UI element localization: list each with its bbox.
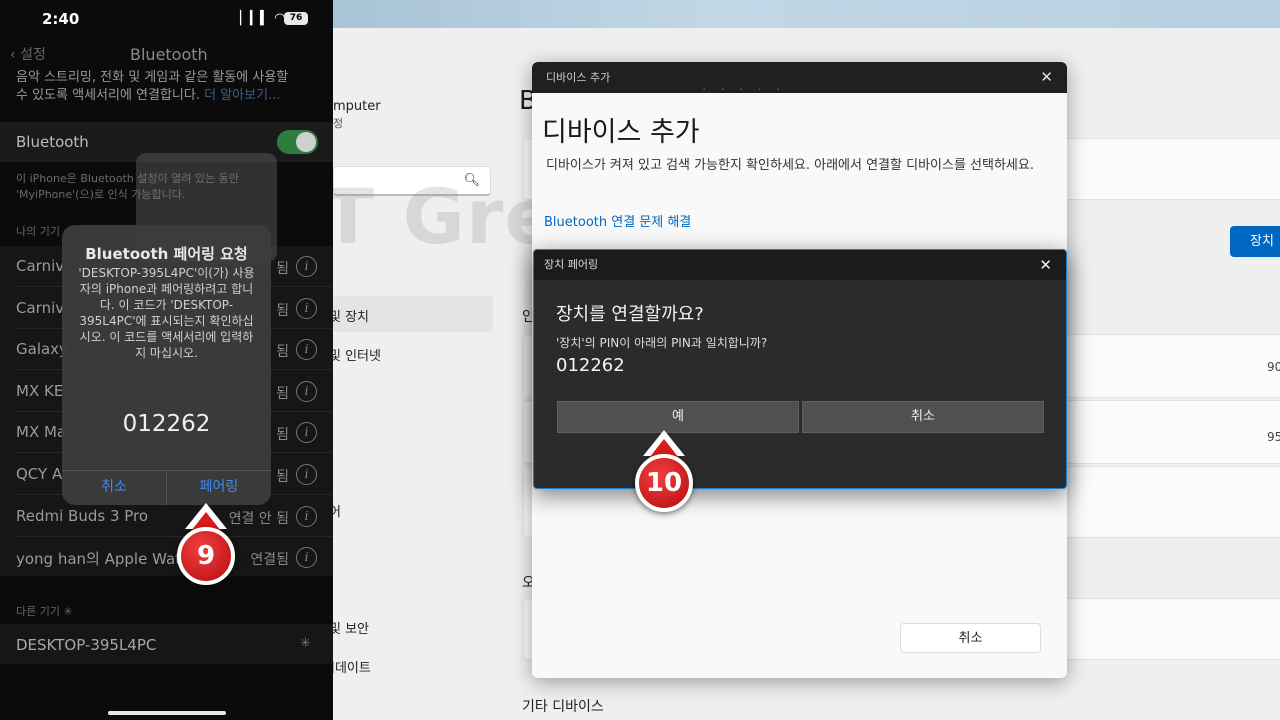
learn-more-link[interactable]: 더 알아보기... <box>204 88 280 103</box>
nav-title: Bluetooth <box>130 45 208 64</box>
add-device-titlebar: 디바이스 추가 ✕ <box>532 62 1067 93</box>
pairing-pin: 012262 <box>556 355 625 376</box>
nav-item-devices[interactable]: 및 장치 <box>333 306 369 325</box>
other-device-name: DESKTOP-395L4PC <box>16 636 157 654</box>
bt-description-line2: 수 있도록 액세서리에 연결합니다. 더 알아보기... <box>16 84 280 103</box>
info-icon[interactable]: i <box>296 464 317 485</box>
add-device-titlebar-text: 디바이스 추가 <box>546 71 611 84</box>
device-name: Galaxy <box>16 340 68 358</box>
pairing-alert: Bluetooth 페어링 요청 'DESKTOP-395L4PC'이(가) 사… <box>62 225 271 505</box>
alert-message: 'DESKTOP-395L4PC'이(가) 사용자의 iPhone과 페어링하려… <box>78 266 255 360</box>
info-icon[interactable]: i <box>296 381 317 402</box>
other-devices-header: 다른 기기 ✳ <box>16 603 73 619</box>
alert-code: 012262 <box>122 411 211 437</box>
info-icon[interactable]: i <box>296 422 317 443</box>
battery-icon: 76 <box>284 12 308 25</box>
status-time: 2:40 <box>42 10 80 28</box>
close-icon[interactable]: ✕ <box>1040 62 1053 93</box>
device-name: MX KE <box>16 382 64 400</box>
signal-wifi-icon: ▏▎▍ ◠ <box>240 11 286 26</box>
info-icon[interactable]: i <box>296 506 317 527</box>
account-name-partial: mputer <box>333 99 381 114</box>
spinner-icon: ✳ <box>300 636 311 651</box>
progress-dots: ····· <box>702 82 795 98</box>
add-device-description: 디바이스가 켜져 있고 검색 가능한지 확인하세요. 아래에서 연결할 디바이스… <box>546 158 1034 173</box>
toggle-knob <box>296 132 316 152</box>
other-devices-heading: 기타 디바이스 <box>522 699 604 715</box>
close-icon[interactable]: ✕ <box>1039 250 1052 280</box>
pairing-titlebar-text: 장치 페어링 <box>544 258 599 271</box>
pairing-yes-button[interactable]: 예 <box>557 401 799 433</box>
device-status: 됨 <box>276 469 289 485</box>
device-status: 연결 안 됨 <box>228 511 289 527</box>
add-device-button[interactable]: 장치 <box>1230 226 1280 257</box>
bluetooth-label: Bluetooth <box>16 133 89 151</box>
device-name: Carniv <box>16 299 65 317</box>
device-name: MX Ma <box>16 423 67 441</box>
pairing-question: '장치'의 PIN이 아래의 PIN과 일치합니까? <box>556 336 768 350</box>
back-label: 설정 <box>20 47 46 63</box>
device-status: 됨 <box>276 303 289 319</box>
bluetooth-toggle[interactable] <box>277 130 318 154</box>
nav-item-partial[interactable]: 어 <box>333 501 341 520</box>
other-devices-label: 다른 기기 <box>16 605 60 618</box>
device-name: Carniv <box>16 257 65 275</box>
pairing-heading: 장치를 연결할까요? <box>556 304 704 325</box>
alert-pair-button[interactable]: 페어링 <box>167 470 271 505</box>
add-device-cancel-button[interactable]: 취소 <box>900 623 1041 653</box>
partial-number: 95 <box>1267 430 1280 444</box>
home-indicator <box>108 711 226 715</box>
back-button[interactable]: ‹ 설정 <box>10 44 46 64</box>
device-status: 됨 <box>276 261 289 277</box>
device-status: 됨 <box>276 344 289 360</box>
troubleshoot-link[interactable]: Bluetooth 연결 문제 해결 <box>544 211 691 230</box>
pairing-cancel-button[interactable]: 취소 <box>802 401 1044 433</box>
alert-cancel-button[interactable]: 취소 <box>62 470 166 505</box>
info-icon[interactable]: i <box>296 339 317 360</box>
info-icon[interactable]: i <box>296 256 317 277</box>
desktop-strip <box>333 0 1280 28</box>
spinner-icon: ✳ <box>63 605 73 618</box>
partial-number: 90 <box>1267 360 1280 374</box>
nav-item-update[interactable]: 업데이트 <box>333 657 371 676</box>
device-status: 됨 <box>276 386 289 402</box>
my-devices-header: 나의 기기 <box>16 225 60 238</box>
step-badge-9: 9 <box>177 527 235 585</box>
info-icon[interactable]: i <box>296 298 317 319</box>
info-icon[interactable]: i <box>296 547 317 568</box>
pairing-titlebar: 장치 페어링 ✕ <box>534 250 1066 280</box>
chevron-left-icon: ‹ <box>10 47 21 63</box>
bt-description-line1: 음악 스트리밍, 전화 및 게임과 같은 활동에 사용할 <box>16 70 289 85</box>
add-device-heading: 디바이스 추가 <box>542 117 700 148</box>
device-status: 연결됨 <box>250 552 289 568</box>
device-status: 됨 <box>276 427 289 443</box>
nav-item-security[interactable]: 및 보안 <box>333 618 369 637</box>
nav-item-network[interactable]: 및 인터넷 <box>333 345 381 364</box>
device-name: yong han의 Apple Watc <box>16 550 190 568</box>
device-name: Redmi Buds 3 Pro <box>16 507 149 525</box>
device-name: QCY A <box>16 465 63 483</box>
step-badge-10: 10 <box>635 454 693 512</box>
bt-description-text: 수 있도록 액세서리에 연결합니다. <box>16 88 200 103</box>
account-sub-partial: 정 <box>333 117 344 130</box>
iphone-screen: 2:40 ▏▎▍ ◠ 76 ‹ 설정 Bluetooth 음악 스트리밍, 전화… <box>0 0 333 720</box>
alert-title: Bluetooth 페어링 요청 <box>85 245 248 263</box>
device-row[interactable]: yong han의 Apple Watc 연결됨 i <box>0 537 333 578</box>
device-pairing-dialog: 장치 페어링 ✕ 장치를 연결할까요? '장치'의 PIN이 아래의 PIN과 … <box>533 249 1067 489</box>
